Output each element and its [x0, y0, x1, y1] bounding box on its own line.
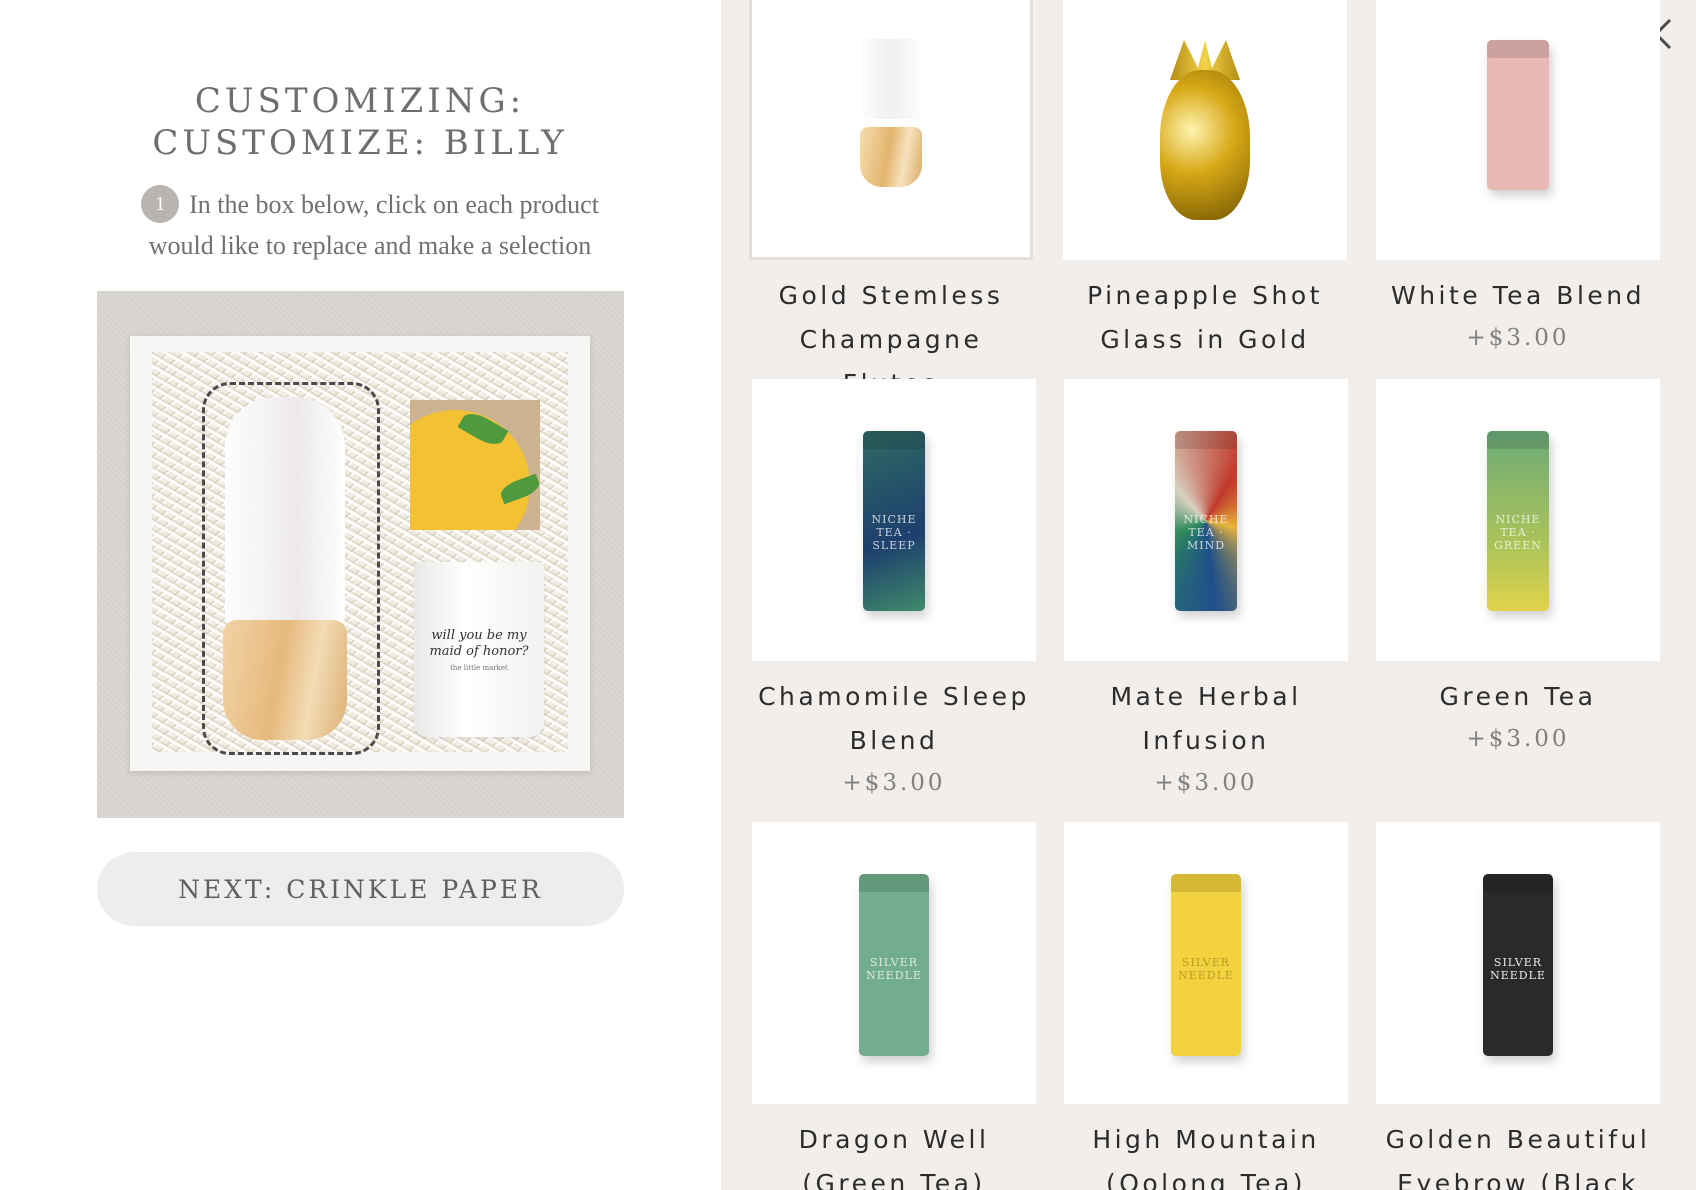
product-thumb: NICHE TEA · SLEEP [752, 379, 1036, 661]
product-thumb: NICHE TEA · GREEN [1376, 379, 1660, 661]
product-name: Green Tea [1439, 682, 1597, 711]
product-thumb [749, 0, 1033, 260]
product-thumb: NICHE TEA · MIND [1064, 379, 1348, 661]
product-price: +$3.00 [1466, 726, 1570, 752]
product-card-dragon-well[interactable]: SILVER NEEDLE Dragon Well (Green Tea) [752, 822, 1036, 1190]
candle-brand: the little market [450, 663, 508, 672]
candle-item[interactable]: will you be my maid of honor? the little… [414, 562, 544, 737]
product-thumb [1063, 0, 1347, 260]
product-card-green-tea[interactable]: NICHE TEA · GREEN Green Tea +$3.00 [1376, 379, 1660, 759]
next-button[interactable]: NEXT: CRINKLE PAPER [97, 852, 624, 926]
candle-text-line2: maid of honor? [429, 643, 529, 659]
tea-tin-image: NICHE TEA · GREEN [1487, 431, 1549, 611]
champagne-flute-slot[interactable] [202, 382, 380, 755]
product-name: Chamomile Sleep Blend [758, 682, 1030, 755]
tea-tin-image: NICHE TEA · SLEEP [863, 431, 925, 611]
product-card-white-tea-blend[interactable]: White Tea Blend +$3.00 [1376, 0, 1660, 358]
tin-label: SILVER NEEDLE [1490, 956, 1546, 982]
tin-label: NICHE TEA · MIND [1183, 513, 1229, 552]
candle-text-line1: will you be my [431, 627, 527, 643]
gift-box: will you be my maid of honor? the little… [130, 336, 590, 771]
instruction-text: 1 In the box below, click on each product… [110, 185, 630, 265]
product-card-golden-beautiful-eyebrow[interactable]: SILVER NEEDLE Golden Beautiful Eyebrow (… [1376, 822, 1660, 1190]
lemon-soap-item[interactable] [410, 400, 540, 530]
product-selection-panel: Gold Stemless Champagne Flutes Pineapple… [721, 0, 1696, 1190]
tea-tin-image: SILVER NEEDLE [859, 874, 929, 1056]
crinkle-paper[interactable]: will you be my maid of honor? the little… [152, 352, 568, 755]
tea-tin-image: SILVER NEEDLE [1171, 874, 1241, 1056]
page-title: CUSTOMIZING: CUSTOMIZE: BILLY [152, 81, 568, 163]
step-number-badge: 1 [141, 185, 180, 224]
product-name: Dragon Well (Green Tea) [798, 1125, 990, 1190]
product-card-gold-stemless-flutes[interactable]: Gold Stemless Champagne Flutes [749, 0, 1033, 406]
product-card-high-mountain[interactable]: SILVER NEEDLE High Mountain (Oolong Tea) [1064, 822, 1348, 1190]
product-thumb: SILVER NEEDLE [1376, 822, 1660, 1104]
tin-label: NICHE TEA · SLEEP [871, 513, 917, 552]
product-thumb [1376, 0, 1660, 260]
product-price: +$3.00 [1466, 325, 1570, 351]
tin-label: SILVER NEEDLE [1178, 956, 1234, 982]
product-card-mate-herbal-infusion[interactable]: NICHE TEA · MIND Mate Herbal Infusion +$… [1064, 379, 1348, 803]
product-price: +$3.00 [842, 770, 946, 796]
flute-cup-image [223, 620, 347, 740]
tin-label: NICHE TEA · GREEN [1494, 513, 1542, 552]
tea-tin-image: NICHE TEA · MIND [1175, 431, 1237, 611]
product-name: High Mountain (Oolong Tea) [1092, 1125, 1320, 1190]
tea-tin-image [1487, 40, 1549, 190]
product-name: White Tea Blend [1390, 281, 1645, 310]
product-name: Golden Beautiful Eyebrow (Black [1385, 1125, 1651, 1190]
instruction-label: In the box below, click on each product … [148, 190, 599, 261]
product-thumb: SILVER NEEDLE [1064, 822, 1348, 1104]
product-name: Pineapple Shot Glass in Gold [1087, 281, 1323, 354]
product-price: +$3.00 [1154, 770, 1258, 796]
product-name: Mate Herbal Infusion [1110, 682, 1302, 755]
flute-glass-image [225, 397, 345, 627]
tin-label: SILVER NEEDLE [866, 956, 922, 982]
product-card-chamomile-sleep-blend[interactable]: NICHE TEA · SLEEP Chamomile Sleep Blend … [752, 379, 1036, 803]
gift-box-preview: will you be my maid of honor? the little… [97, 291, 624, 818]
tea-tin-image: SILVER NEEDLE [1483, 874, 1553, 1056]
customization-panel: CUSTOMIZING: CUSTOMIZE: BILLY 1 In the bo… [0, 0, 721, 1190]
product-card-pineapple-shot-glass[interactable]: Pineapple Shot Glass in Gold [1063, 0, 1347, 362]
product-thumb: SILVER NEEDLE [752, 822, 1036, 1104]
